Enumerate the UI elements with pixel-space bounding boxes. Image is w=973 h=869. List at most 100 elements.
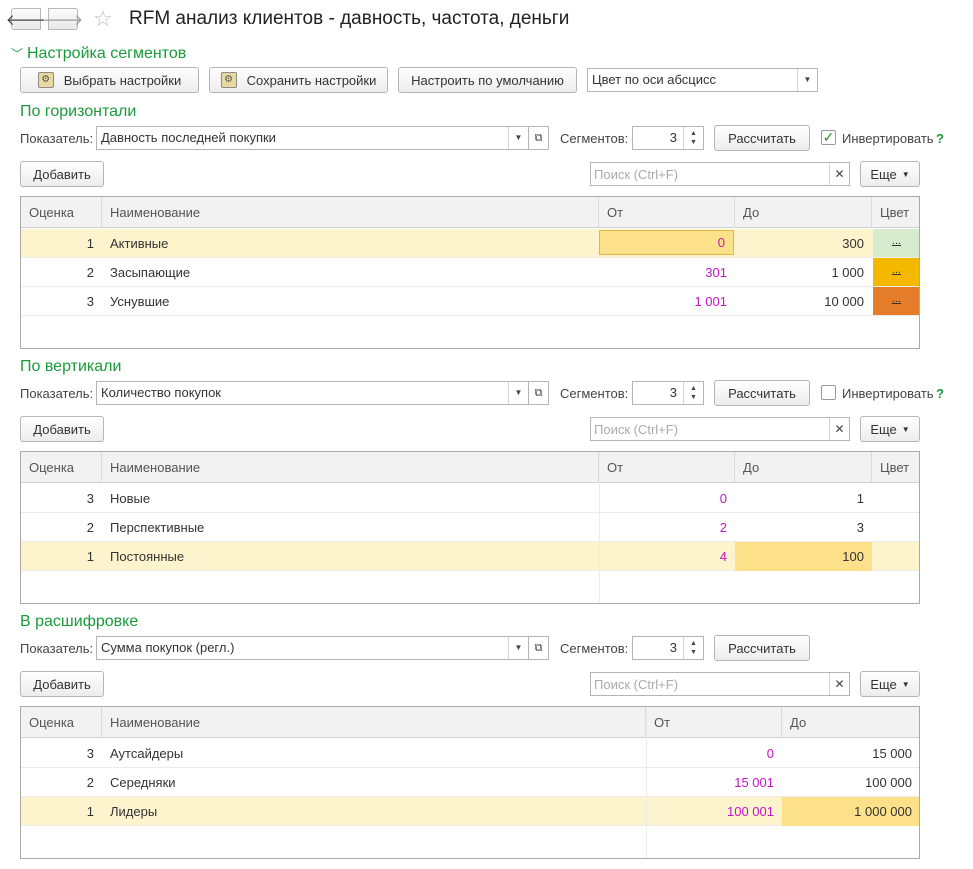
spin-arrows-icon[interactable]: ▲ ▼	[683, 382, 703, 404]
to-cell: 10 000	[824, 294, 864, 309]
column-header[interactable]: От	[646, 707, 782, 738]
dropdown-arrow-icon[interactable]: ▼	[508, 382, 528, 404]
column-header[interactable]: Цвет	[872, 452, 919, 483]
horizontal-indicator-field[interactable]: Давность последней покупки ▼	[96, 126, 529, 150]
color-swatch[interactable]: ...	[873, 258, 919, 286]
settings-group-header[interactable]: ﹀ Настройка сегментов	[11, 45, 186, 63]
choose-settings-button[interactable]: ⚙ Выбрать настройки	[20, 67, 199, 93]
search-placeholder: Поиск (Ctrl+F)	[594, 677, 679, 692]
color-swatch[interactable]: ...	[873, 287, 919, 315]
name-cell: Лидеры	[110, 804, 158, 819]
vertical-invert-checkbox[interactable]	[821, 385, 836, 400]
vertical-calc-button[interactable]: Рассчитать	[714, 380, 810, 406]
dropdown-arrow-icon[interactable]: ▼	[508, 127, 528, 149]
chevron-down-icon: ▼	[901, 679, 910, 689]
score-cell: 1	[86, 236, 94, 251]
open-icon[interactable]: ⧉	[529, 381, 549, 405]
detail-more-button[interactable]: Еще ▼	[860, 671, 920, 697]
color-axis-select[interactable]: Цвет по оси абсцисс ▼	[587, 68, 818, 92]
vertical-more-button[interactable]: Еще ▼	[860, 416, 920, 442]
horizontal-invert-checkbox[interactable]: ✓	[821, 130, 836, 145]
page-title: RFM анализ клиентов - давность, частота,…	[129, 8, 570, 29]
detail-segments-value: 3	[669, 640, 677, 655]
to-cell[interactable]: 100	[735, 542, 872, 571]
name-cell: Середняки	[110, 775, 176, 790]
table-row[interactable]: 2 Середняки 15 001 100 000	[21, 768, 919, 797]
clear-icon[interactable]: ✕	[829, 163, 849, 185]
open-icon[interactable]: ⧉	[529, 636, 549, 660]
horizontal-segments-stepper[interactable]: 3 ▲ ▼	[632, 126, 704, 150]
from-cell: 2	[719, 520, 727, 535]
open-icon[interactable]: ⧉	[529, 126, 549, 150]
vertical-search-input[interactable]: Поиск (Ctrl+F) ✕	[590, 417, 850, 441]
score-cell: 2	[86, 265, 94, 280]
detail-search-input[interactable]: Поиск (Ctrl+F) ✕	[590, 672, 850, 696]
column-header[interactable]: От	[599, 452, 735, 483]
color-swatch[interactable]: ...	[873, 229, 919, 257]
table-row[interactable]: 2 Засыпающие 301 1 000 ...	[21, 258, 919, 287]
horizontal-segments-value: 3	[669, 130, 677, 145]
horizontal-segments-label: Сегментов:	[560, 131, 629, 146]
dropdown-arrow-icon[interactable]: ▼	[797, 69, 817, 91]
clear-icon[interactable]: ✕	[829, 418, 849, 440]
column-header[interactable]: От	[599, 197, 735, 228]
table-row[interactable]: 1 Активные 0 300 ...	[21, 229, 919, 258]
vertical-indicator-field[interactable]: Количество покупок ▼	[96, 381, 529, 405]
column-header[interactable]: До	[735, 197, 872, 228]
horizontal-calc-button[interactable]: Рассчитать	[714, 125, 810, 151]
table-row[interactable]: 3 Аутсайдеры 0 15 000	[21, 739, 919, 768]
horizontal-more-button[interactable]: Еще ▼	[860, 161, 920, 187]
horizontal-indicator-value: Давность последней покупки	[101, 130, 276, 145]
spin-arrows-icon[interactable]: ▲ ▼	[683, 127, 703, 149]
detail-segments-stepper[interactable]: 3 ▲ ▼	[632, 636, 704, 660]
detail-add-button[interactable]: Добавить	[20, 671, 104, 697]
score-cell: 3	[86, 746, 94, 761]
star-icon[interactable]: ☆	[93, 6, 113, 32]
more-label: Еще	[870, 676, 897, 692]
vertical-segments-stepper[interactable]: 3 ▲ ▼	[632, 381, 704, 405]
column-header[interactable]: Оценка	[21, 452, 102, 483]
table-row[interactable]: 3 Новые 0 1	[21, 484, 919, 513]
from-cell[interactable]: 0	[599, 230, 734, 255]
to-cell: 300	[842, 236, 864, 251]
column-header[interactable]: Наименование	[102, 452, 599, 483]
horizontal-add-button[interactable]: Добавить	[20, 161, 104, 187]
default-settings-button[interactable]: Настроить по умолчанию	[398, 67, 577, 93]
detail-calc-button[interactable]: Рассчитать	[714, 635, 810, 661]
from-cell: 15 001	[734, 775, 774, 790]
score-cell: 3	[86, 294, 94, 309]
clear-icon[interactable]: ✕	[829, 673, 849, 695]
help-icon[interactable]: ?	[936, 386, 944, 401]
name-cell: Постоянные	[110, 549, 185, 564]
detail-section-title: В расшифровке	[20, 613, 139, 630]
column-divider	[646, 707, 647, 858]
column-header[interactable]: Цвет	[872, 197, 919, 228]
dropdown-arrow-icon[interactable]: ▼	[508, 637, 528, 659]
table-header: Оценка Наименование От До Цвет	[21, 452, 919, 483]
column-header[interactable]: До	[735, 452, 872, 483]
table-row[interactable]: 2 Перспективные 2 3	[21, 513, 919, 542]
table-header: Оценка Наименование От До	[21, 707, 919, 738]
save-settings-label: Сохранить настройки	[246, 72, 377, 88]
from-cell: 4	[719, 549, 727, 564]
horizontal-search-input[interactable]: Поиск (Ctrl+F) ✕	[590, 162, 850, 186]
name-cell: Засыпающие	[110, 265, 191, 280]
chevron-down-icon: ﹀	[11, 47, 24, 61]
column-header[interactable]: Наименование	[102, 197, 599, 228]
column-header[interactable]: До	[782, 707, 919, 738]
forward-button[interactable]: 🡒	[43, 8, 83, 30]
column-header[interactable]: Оценка	[21, 707, 102, 738]
column-header[interactable]: Оценка	[21, 197, 102, 228]
vertical-add-button[interactable]: Добавить	[20, 416, 104, 442]
score-cell: 2	[86, 775, 94, 790]
table-row[interactable]: 1 Лидеры 100 001 1 000 000	[21, 797, 919, 826]
column-header[interactable]: Наименование	[102, 707, 646, 738]
back-button[interactable]: 🡐	[6, 8, 46, 30]
to-cell[interactable]: 1 000 000	[782, 797, 919, 826]
help-icon[interactable]: ?	[936, 131, 944, 146]
table-row[interactable]: 3 Уснувшие 1 001 10 000 ...	[21, 287, 919, 316]
save-settings-button[interactable]: ⚙ Сохранить настройки	[209, 67, 388, 93]
spin-arrows-icon[interactable]: ▲ ▼	[683, 637, 703, 659]
table-row[interactable]: 1 Постоянные 4 100	[21, 542, 919, 571]
detail-indicator-field[interactable]: Сумма покупок (регл.) ▼	[96, 636, 529, 660]
